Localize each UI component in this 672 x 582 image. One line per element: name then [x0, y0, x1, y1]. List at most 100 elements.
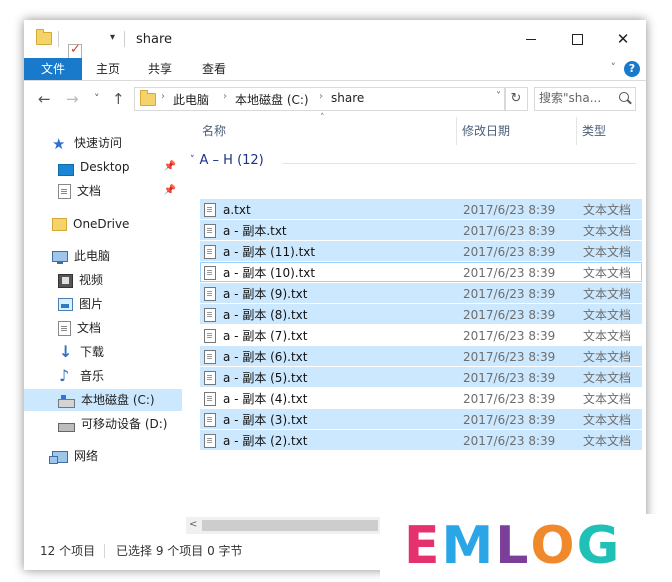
divider	[124, 31, 125, 47]
file-date: 2017/6/23 8:39	[463, 266, 556, 280]
file-row[interactable]: a - 副本 (8).txt 2017/6/23 8:39 文本文档	[200, 304, 642, 324]
breadcrumb-local-disk[interactable]: 本地磁盘 (C:)	[235, 91, 309, 108]
file-name: a - 副本 (10).txt	[223, 266, 316, 280]
document-icon	[58, 184, 71, 199]
sidebar-item-this-pc[interactable]: 此电脑	[52, 245, 182, 267]
file-name: a - 副本 (6).txt	[223, 350, 308, 364]
tab-share[interactable]: 共享	[138, 58, 182, 80]
file-name: a - 副本 (3).txt	[223, 413, 308, 427]
item-count: 12 个项目	[40, 544, 96, 558]
scroll-left-icon[interactable]: <	[189, 519, 197, 530]
sidebar-item-documents-pinned[interactable]: 文档 📌	[58, 180, 182, 202]
logo-letter: O	[530, 516, 577, 576]
sidebar-item-label: 文档	[77, 321, 102, 335]
help-icon[interactable]: ?	[624, 61, 640, 77]
star-icon	[52, 133, 68, 155]
tab-view[interactable]: 查看	[192, 58, 236, 80]
sidebar-item-network[interactable]: 网络	[49, 445, 182, 467]
group-header[interactable]: ˅ A – H (12)	[190, 153, 264, 168]
file-type: 文本文档	[583, 308, 632, 322]
pin-icon[interactable]: 📌	[164, 156, 176, 178]
maximize-button[interactable]	[554, 20, 600, 58]
file-row[interactable]: a - 副本 (7).txt 2017/6/23 8:39 文本文档	[200, 325, 642, 345]
logo-letter: E	[404, 516, 442, 576]
quick-access-dropdown-icon[interactable]: ▾	[110, 32, 115, 43]
video-icon	[58, 273, 73, 288]
folder-icon	[36, 29, 52, 45]
file-date: 2017/6/23 8:39	[463, 245, 556, 259]
sidebar-item-documents[interactable]: 文档	[58, 317, 182, 339]
breadcrumb-chevron-icon[interactable]: ›	[319, 91, 323, 102]
sidebar-item-videos[interactable]: 视频	[58, 269, 182, 291]
sidebar-item-onedrive[interactable]: OneDrive	[52, 213, 182, 235]
sidebar-item-label: 网络	[74, 449, 99, 463]
sidebar-item-removable-drive[interactable]: 可移动设备 (D:)	[58, 413, 182, 435]
window-title: share	[136, 32, 173, 47]
back-button[interactable]: ←	[38, 90, 51, 108]
file-row[interactable]: a - 副本 (2).txt 2017/6/23 8:39 文本文档	[200, 430, 642, 450]
column-header-type[interactable]: 类型	[582, 117, 606, 145]
scrollbar-thumb[interactable]	[202, 520, 378, 531]
file-row[interactable]: a - 副本.txt 2017/6/23 8:39 文本文档	[200, 220, 642, 240]
breadcrumb-share[interactable]: share	[331, 91, 364, 105]
sidebar-item-music[interactable]: 音乐	[58, 365, 182, 387]
tab-file[interactable]: 文件	[24, 58, 82, 80]
logo-letter: L	[495, 516, 531, 576]
refresh-button[interactable]: ↻	[504, 87, 528, 111]
up-button[interactable]: ↑	[112, 90, 125, 108]
divider	[58, 31, 59, 47]
search-icon[interactable]	[619, 92, 629, 102]
column-header-date[interactable]: 修改日期	[462, 117, 510, 145]
text-file-icon	[204, 287, 216, 301]
file-name: a - 副本 (7).txt	[223, 329, 308, 343]
address-bar[interactable]: › 此电脑 › 本地磁盘 (C:) › share ˅	[134, 87, 506, 111]
sidebar-item-local-disk[interactable]: 本地磁盘 (C:)	[24, 389, 182, 411]
search-box[interactable]	[534, 87, 636, 111]
close-button[interactable]: ✕	[600, 20, 646, 58]
document-icon	[58, 321, 71, 336]
breadcrumb-this-pc[interactable]: 此电脑	[173, 91, 209, 108]
file-row[interactable]: a - 副本 (6).txt 2017/6/23 8:39 文本文档	[200, 346, 642, 366]
breadcrumb-chevron-icon[interactable]: ›	[223, 91, 227, 102]
address-dropdown-icon[interactable]: ˅	[496, 91, 501, 102]
text-file-icon	[204, 392, 216, 406]
file-date: 2017/6/23 8:39	[463, 371, 556, 385]
pin-icon[interactable]: 📌	[164, 180, 176, 202]
sidebar-item-label: 本地磁盘 (C:)	[81, 393, 155, 407]
file-name: a - 副本 (9).txt	[223, 287, 308, 301]
column-divider[interactable]	[456, 117, 457, 145]
group-divider	[282, 163, 636, 164]
picture-icon	[58, 298, 73, 311]
minimize-button[interactable]	[508, 20, 554, 58]
collapse-group-icon[interactable]: ˅	[190, 155, 195, 165]
file-row[interactable]: a - 副本 (10).txt 2017/6/23 8:39 文本文档	[200, 262, 642, 282]
search-input[interactable]	[539, 90, 613, 106]
text-file-icon	[204, 350, 216, 364]
recent-locations-button[interactable]: ˅	[94, 92, 100, 105]
tab-home[interactable]: 主页	[86, 58, 130, 80]
sidebar-item-downloads[interactable]: 下载	[58, 341, 182, 363]
file-row[interactable]: a.txt 2017/6/23 8:39 文本文档	[200, 199, 642, 219]
file-row[interactable]: a - 副本 (9).txt 2017/6/23 8:39 文本文档	[200, 283, 642, 303]
expand-ribbon-icon[interactable]: ˅	[611, 61, 617, 74]
navigation-bar: ← → ˅ ↑ › 此电脑 › 本地磁盘 (C:) › share ˅ ↻	[24, 81, 646, 117]
file-row[interactable]: a - 副本 (3).txt 2017/6/23 8:39 文本文档	[200, 409, 642, 429]
column-divider[interactable]	[576, 117, 577, 145]
file-row[interactable]: a - 副本 (5).txt 2017/6/23 8:39 文本文档	[200, 367, 642, 387]
forward-button[interactable]: →	[66, 90, 79, 108]
file-name: a - 副本.txt	[223, 224, 287, 238]
sidebar-item-pictures[interactable]: 图片	[58, 293, 182, 315]
sort-ascending-icon: ˄	[320, 113, 325, 123]
file-type: 文本文档	[583, 224, 632, 238]
sidebar-item-desktop[interactable]: Desktop 📌	[58, 156, 182, 178]
explorer-window: ▾ share ✕ 文件 主页 共享 查看 ˅ ? ← → ˅ ↑ › 此电脑 …	[24, 20, 646, 570]
text-file-icon	[204, 434, 216, 448]
sidebar-item-label: OneDrive	[73, 217, 130, 231]
file-row[interactable]: a - 副本 (4).txt 2017/6/23 8:39 文本文档	[200, 388, 642, 408]
column-header-name[interactable]: 名称	[202, 117, 226, 145]
sidebar-item-quick-access[interactable]: 快速访问	[52, 132, 182, 155]
breadcrumb-chevron-icon[interactable]: ›	[161, 91, 165, 102]
group-label: A – H (12)	[199, 153, 264, 168]
file-row[interactable]: a - 副本 (11).txt 2017/6/23 8:39 文本文档	[200, 241, 642, 261]
text-file-icon	[204, 308, 216, 322]
